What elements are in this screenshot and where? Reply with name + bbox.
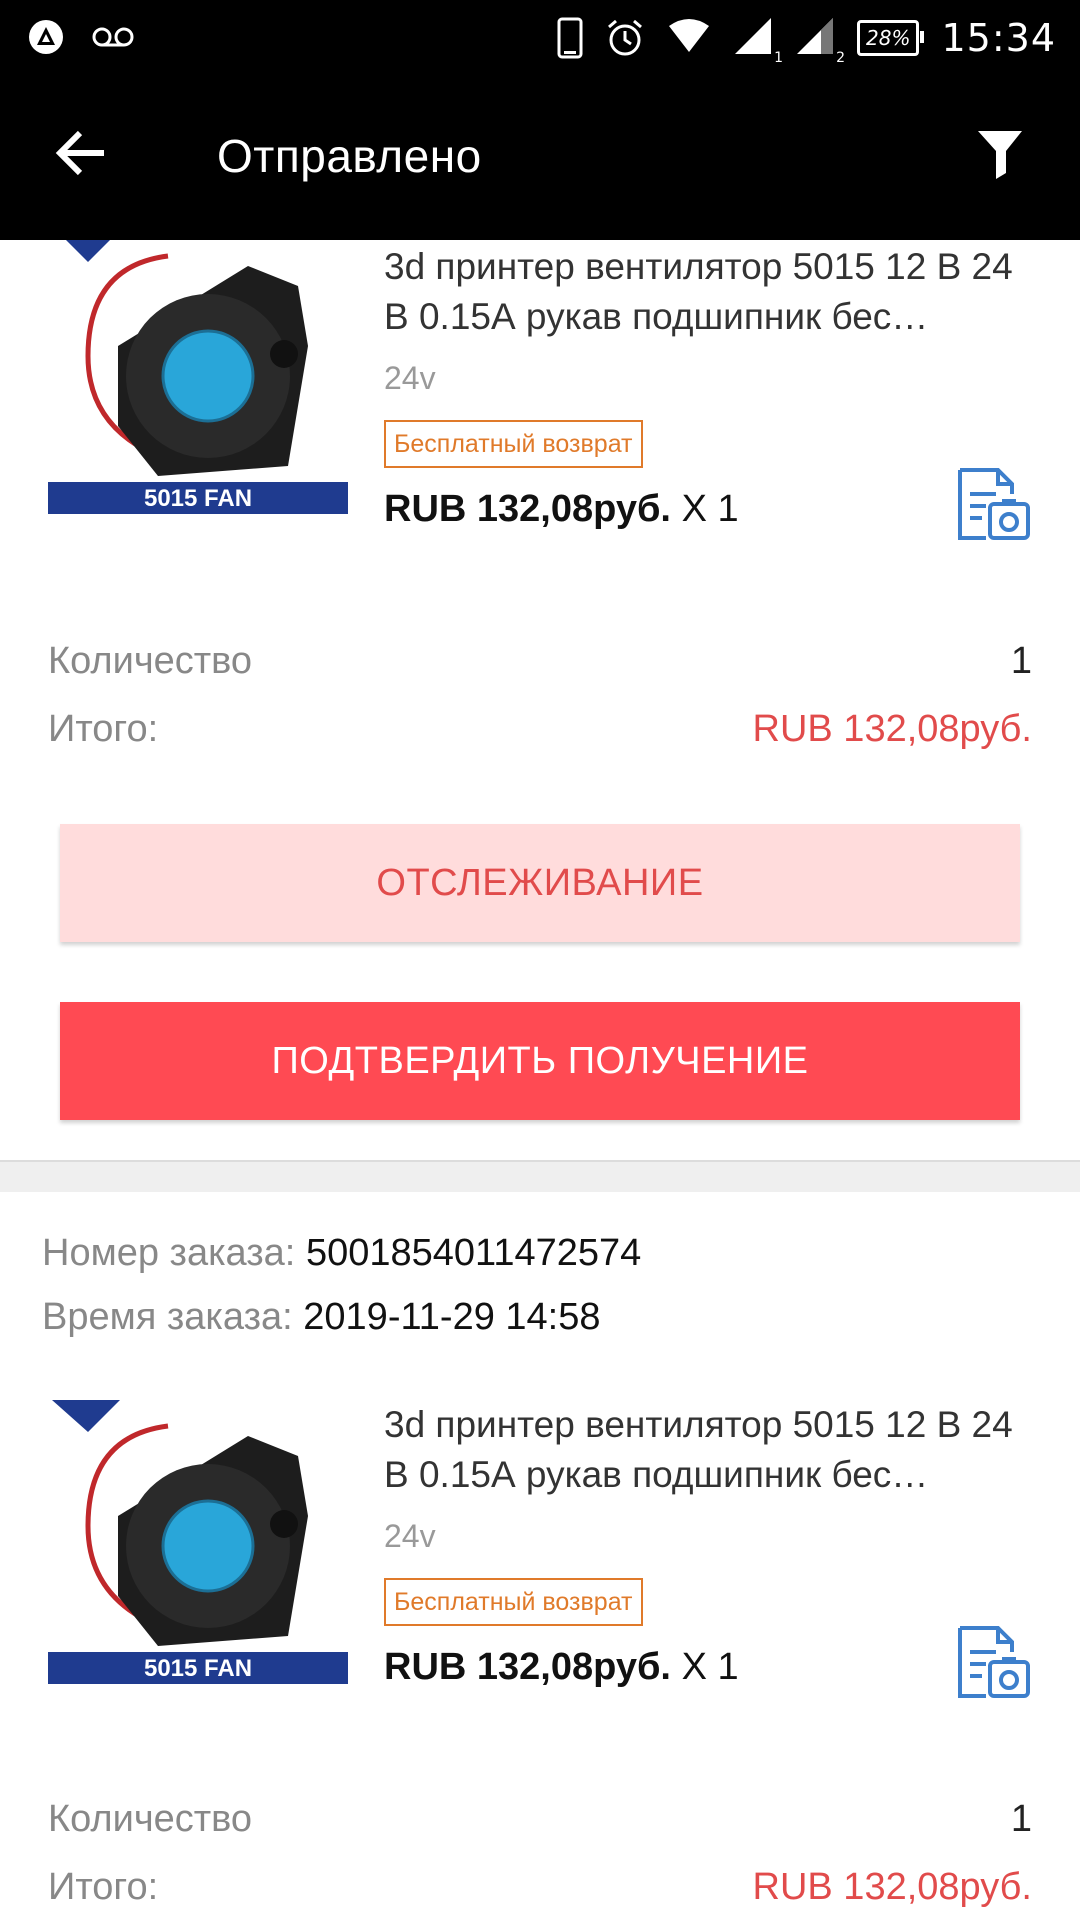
fan-product-image: 5015 FAN [48,1400,348,1684]
svg-text:5015 FAN: 5015 FAN [144,1655,252,1682]
signal-sim2-icon: 2 [795,16,845,66]
status-bar: 1 2 28% 15:34 [0,0,1080,75]
price-qty: X 1 [681,488,739,530]
total-label: Итого: [48,708,159,750]
product-variant: 24v [384,360,436,396]
phone-icon [557,17,583,59]
quantity-value: 1 [1010,1798,1032,1840]
price-value: RUB 132,08руб. [384,488,671,530]
quantity-label: Количество [48,640,253,682]
total-value: RUB 132,08руб. [752,708,1032,750]
product-image[interactable]: 5015 FAN [48,1396,348,1696]
quantity-label: Количество [48,1798,253,1840]
app-bar: Отправлено [0,75,1080,240]
page-title: Отправлено [217,130,482,182]
voicemail-icon [92,27,134,47]
price-value: RUB 132,08руб. [384,1646,671,1688]
order-number-value: 5001854011472574 [305,1232,642,1274]
total-value: RUB 132,08руб. [752,1866,1032,1908]
tracking-button[interactable]: ОТСЛЕЖИВАНИЕ [60,824,1020,942]
clock: 15:34 [941,16,1056,60]
product-variant: 24v [384,1518,436,1554]
signal-sim1-icon: 1 [733,16,783,66]
confirm-receipt-button[interactable]: ПОДТВЕРДИТЬ ПОЛУЧЕНИЕ [60,1002,1020,1120]
alarm-icon [608,19,643,56]
free-return-badge: Бесплатный возврат [384,1578,643,1626]
quantity-value: 1 [1010,640,1032,682]
price-qty: X 1 [681,1646,739,1688]
app-icon [29,20,63,54]
product-price: RUB 132,08руб. X 1 [384,488,739,531]
battery-indicator: 28% [857,20,925,56]
fan-product-image: 5015 FAN [48,230,348,514]
filter-button[interactable] [976,127,1036,191]
back-button[interactable] [52,123,122,193]
product-title[interactable]: 3d принтер вентилятор 5015 12 В 24 В 0.1… [384,1400,1024,1500]
arrow-left-icon [55,130,104,176]
wifi-icon [667,18,711,58]
total-label: Итого: [48,1866,159,1908]
svg-text:5015 FAN: 5015 FAN [144,485,252,512]
free-return-badge: Бесплатный возврат [384,420,643,468]
order-time-label: Время заказа: [42,1296,293,1338]
document-camera-icon [958,468,1030,540]
order-number-label: Номер заказа: [42,1232,296,1274]
filter-icon [978,131,1022,179]
product-image[interactable]: 5015 FAN [48,226,348,526]
order-time-value: 2019-11-29 14:58 [303,1296,601,1338]
document-camera-icon [958,1626,1030,1698]
product-price: RUB 132,08руб. X 1 [384,1646,739,1689]
order-time: Время заказа: 2019-11-29 14:58 [42,1296,601,1339]
review-photo-button[interactable] [956,466,1032,542]
review-photo-button[interactable] [956,1624,1032,1700]
order-separator [0,1160,1080,1192]
order-number: Номер заказа: 5001854011472574 [42,1232,641,1275]
product-title[interactable]: 3d принтер вентилятор 5015 12 В 24 В 0.1… [384,242,1024,342]
